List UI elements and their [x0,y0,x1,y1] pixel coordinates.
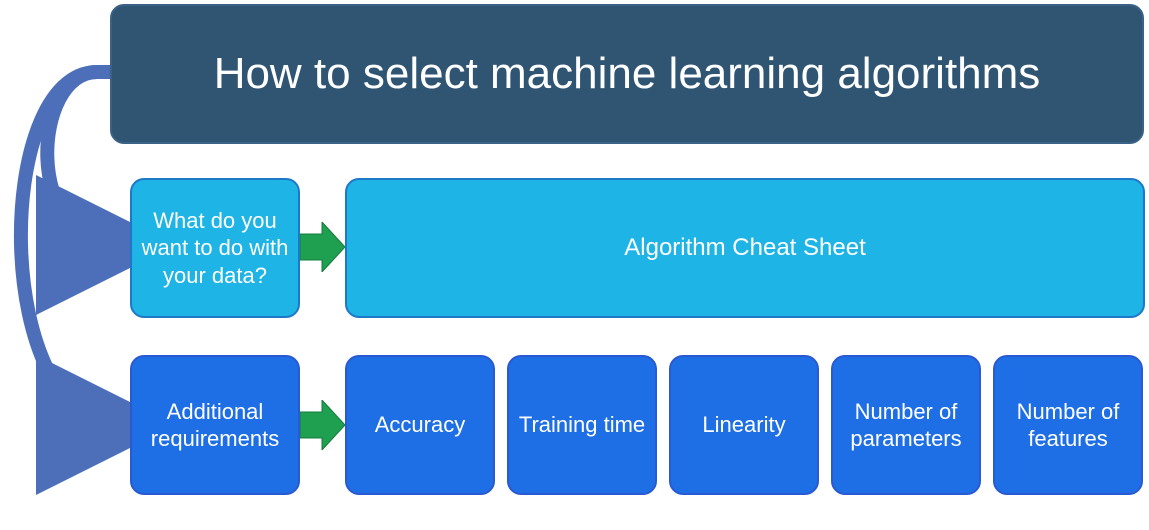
metric-linearity: Linearity [669,355,819,495]
requirements-box: Additional requirements [130,355,300,495]
question-text: What do you want to do with your data? [140,207,290,290]
arrow-right-icon [300,222,345,272]
metric-label: Linearity [702,411,785,439]
cheat-sheet-text: Algorithm Cheat Sheet [624,234,865,262]
metric-features: Number of features [993,355,1143,495]
metric-parameters: Number of parameters [831,355,981,495]
metric-label: Training time [519,411,645,439]
metric-label: Number of features [1003,398,1133,453]
metric-accuracy: Accuracy [345,355,495,495]
question-box: What do you want to do with your data? [130,178,300,318]
metric-training-time: Training time [507,355,657,495]
title-box: How to select machine learning algorithm… [110,4,1144,144]
metric-label: Accuracy [375,411,465,439]
title-text: How to select machine learning algorithm… [214,49,1041,99]
cheat-sheet-box: Algorithm Cheat Sheet [345,178,1145,318]
arrow-right-icon [300,400,345,450]
metric-label: Number of parameters [841,398,971,453]
requirements-text: Additional requirements [140,398,290,453]
